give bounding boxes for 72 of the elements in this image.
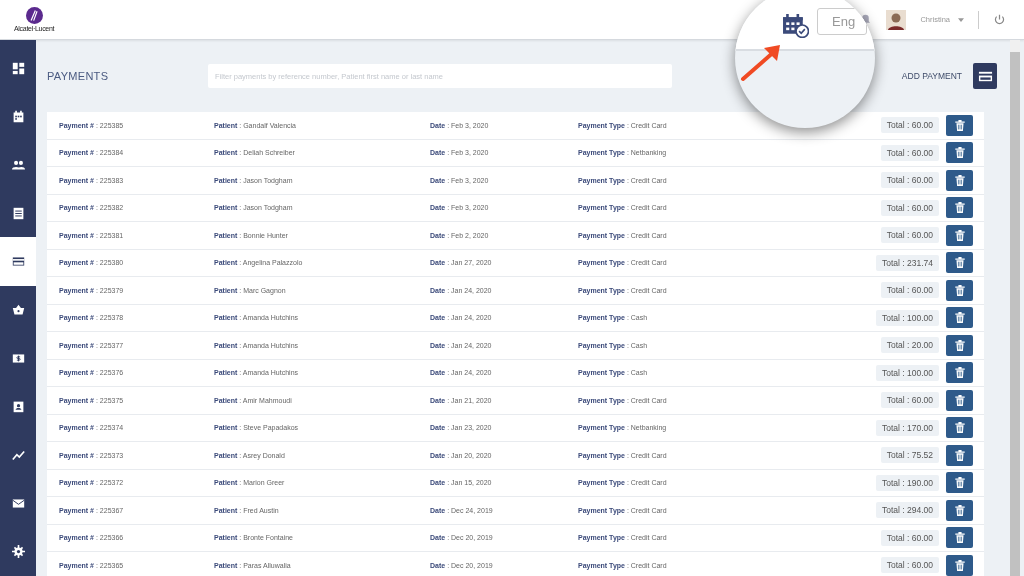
delete-button[interactable]: [946, 389, 973, 411]
card-icon: [11, 255, 25, 269]
trash-icon: [954, 119, 965, 131]
trash-icon: [954, 312, 965, 324]
total-amount: Total : 20.00: [880, 337, 939, 354]
trash-icon: [954, 367, 965, 379]
calendar-icon: [11, 110, 25, 124]
total-amount: Total : 60.00: [880, 227, 939, 244]
total-amount: Total : 60.00: [880, 172, 939, 189]
add-payment-button[interactable]: [973, 63, 997, 89]
delete-button[interactable]: [946, 417, 973, 439]
total-amount: Total : 60.00: [880, 392, 939, 409]
people-icon: [11, 158, 25, 172]
trash-icon: [954, 559, 965, 571]
delete-button[interactable]: [946, 197, 973, 219]
page-title: PAYMENTS: [47, 70, 110, 82]
language-field[interactable]: Eng: [817, 8, 867, 35]
trash-icon: [954, 504, 965, 516]
trash-icon: [954, 147, 965, 159]
power-icon[interactable]: [993, 13, 1006, 26]
delete-button[interactable]: [946, 142, 973, 164]
delete-button[interactable]: [946, 499, 973, 521]
trash-icon: [954, 229, 965, 241]
caret-icon: [958, 17, 964, 22]
delete-button[interactable]: [946, 362, 973, 384]
avatar-icon[interactable]: [886, 9, 907, 30]
total-amount: Total : 60.00: [880, 199, 939, 216]
total-amount: Total : 60.00: [880, 557, 939, 574]
trash-icon: [954, 477, 965, 489]
delete-button[interactable]: [946, 307, 973, 329]
total-amount: Total : 60.00: [880, 529, 939, 546]
basket-icon: [11, 303, 25, 317]
trash-icon: [954, 394, 965, 406]
gear-icon: [11, 545, 25, 559]
delete-button[interactable]: [946, 334, 973, 356]
delete-button[interactable]: [946, 444, 973, 466]
logo-icon: [25, 7, 43, 24]
trash-icon: [954, 174, 965, 186]
list-icon: [11, 206, 25, 220]
total-amount: Total : 294.00: [875, 502, 939, 519]
chart-icon: [11, 448, 25, 462]
total-amount: Total : 75.52: [880, 447, 939, 464]
trash-icon: [954, 284, 965, 296]
scrollbar[interactable]: [1010, 40, 1020, 576]
delete-button[interactable]: [946, 224, 973, 246]
total-amount: Total : 100.00: [875, 364, 939, 381]
trash-icon: [954, 202, 965, 214]
add-payment-label[interactable]: ADD PAYMENT: [901, 71, 962, 81]
delete-button[interactable]: [946, 554, 973, 576]
mail-icon: [11, 496, 25, 510]
total-amount: Total : 60.00: [880, 144, 939, 161]
trash-icon: [954, 532, 965, 544]
trash-icon: [954, 422, 965, 434]
trash-icon: [954, 449, 965, 461]
total-amount: Total : 60.00: [880, 282, 939, 299]
delete-button[interactable]: [946, 527, 973, 549]
total-amount: Total : 190.00: [875, 474, 939, 491]
delete-button[interactable]: [946, 279, 973, 301]
delete-button[interactable]: [946, 114, 973, 136]
delete-button[interactable]: [946, 169, 973, 191]
total-amount: Total : 231.74: [875, 254, 939, 271]
delete-button[interactable]: [946, 472, 973, 494]
total-amount: Total : 170.00: [875, 419, 939, 436]
delete-button[interactable]: [946, 252, 973, 274]
dashboard-icon: [11, 61, 25, 75]
dollar-icon: [11, 351, 25, 365]
total-amount: Total : 100.00: [875, 309, 939, 326]
calendar-check-icon: [782, 13, 809, 38]
trash-icon: [954, 339, 965, 351]
contact-icon: [11, 400, 25, 414]
total-amount: Total : 60.00: [880, 117, 939, 134]
trash-icon: [954, 257, 965, 269]
